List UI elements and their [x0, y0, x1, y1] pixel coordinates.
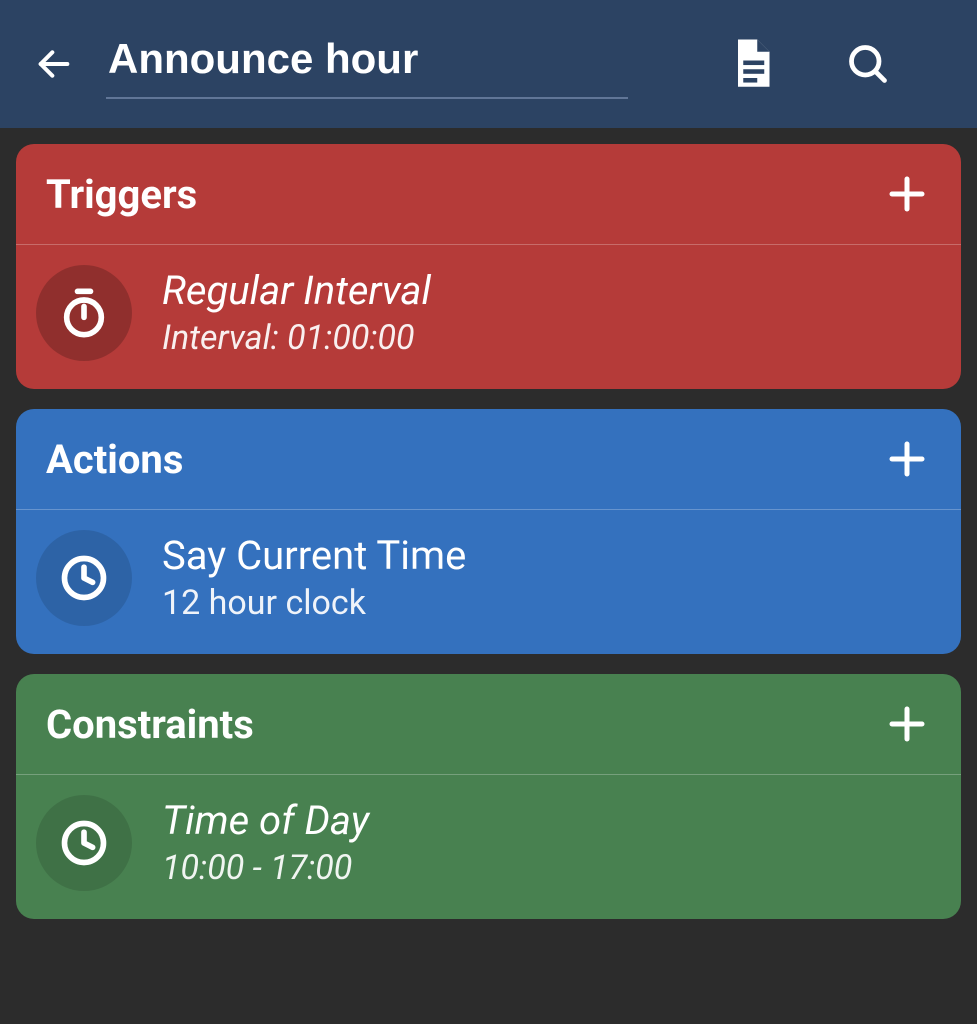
title-field-wrap — [106, 29, 668, 99]
arrow-left-icon — [34, 44, 74, 84]
action-item[interactable]: Say Current Time 12 hour clock — [16, 510, 961, 654]
overflow-menu-button[interactable] — [952, 32, 977, 96]
add-constraint-button[interactable] — [883, 700, 931, 748]
stopwatch-icon — [58, 287, 110, 339]
actions-header: Actions — [16, 409, 961, 510]
triggers-section: Triggers Regular Interval Interval: 01:0… — [16, 144, 961, 389]
trigger-item-subtitle: Interval: 01:00:00 — [162, 318, 431, 358]
constraint-item[interactable]: Time of Day 10:00 - 17:00 — [16, 775, 961, 919]
action-item-icon-wrap — [36, 530, 132, 626]
plus-icon — [887, 439, 927, 479]
constraint-item-icon-wrap — [36, 795, 132, 891]
action-item-text: Say Current Time 12 hour clock — [162, 533, 466, 623]
constraints-header: Constraints — [16, 674, 961, 775]
plus-icon — [887, 174, 927, 214]
add-action-button[interactable] — [883, 435, 931, 483]
content-area: Triggers Regular Interval Interval: 01:0… — [0, 128, 977, 919]
trigger-item-icon-wrap — [36, 265, 132, 361]
search-button[interactable] — [836, 32, 900, 96]
trigger-item-title: Regular Interval — [162, 268, 431, 314]
clock-icon — [58, 552, 110, 604]
document-icon — [731, 39, 773, 89]
triggers-title: Triggers — [46, 171, 197, 218]
constraints-title: Constraints — [46, 701, 254, 748]
macro-title-input[interactable] — [106, 29, 628, 99]
action-item-subtitle: 12 hour clock — [162, 583, 466, 623]
app-bar — [0, 0, 977, 128]
notes-button[interactable] — [720, 32, 784, 96]
plus-icon — [887, 704, 927, 744]
actions-section: Actions Say Current Time 12 hour clock — [16, 409, 961, 654]
add-trigger-button[interactable] — [883, 170, 931, 218]
constraint-item-subtitle: 10:00 - 17:00 — [162, 848, 369, 888]
search-icon — [846, 42, 890, 86]
constraint-item-text: Time of Day 10:00 - 17:00 — [162, 798, 369, 888]
trigger-item-text: Regular Interval Interval: 01:00:00 — [162, 268, 431, 358]
clock-icon — [58, 817, 110, 869]
constraints-section: Constraints Time of Day 10:00 - 17:00 — [16, 674, 961, 919]
actions-title: Actions — [46, 436, 183, 483]
constraint-item-title: Time of Day — [162, 798, 369, 844]
triggers-header: Triggers — [16, 144, 961, 245]
action-item-title: Say Current Time — [162, 533, 466, 579]
back-button[interactable] — [30, 40, 78, 88]
trigger-item[interactable]: Regular Interval Interval: 01:00:00 — [16, 245, 961, 389]
